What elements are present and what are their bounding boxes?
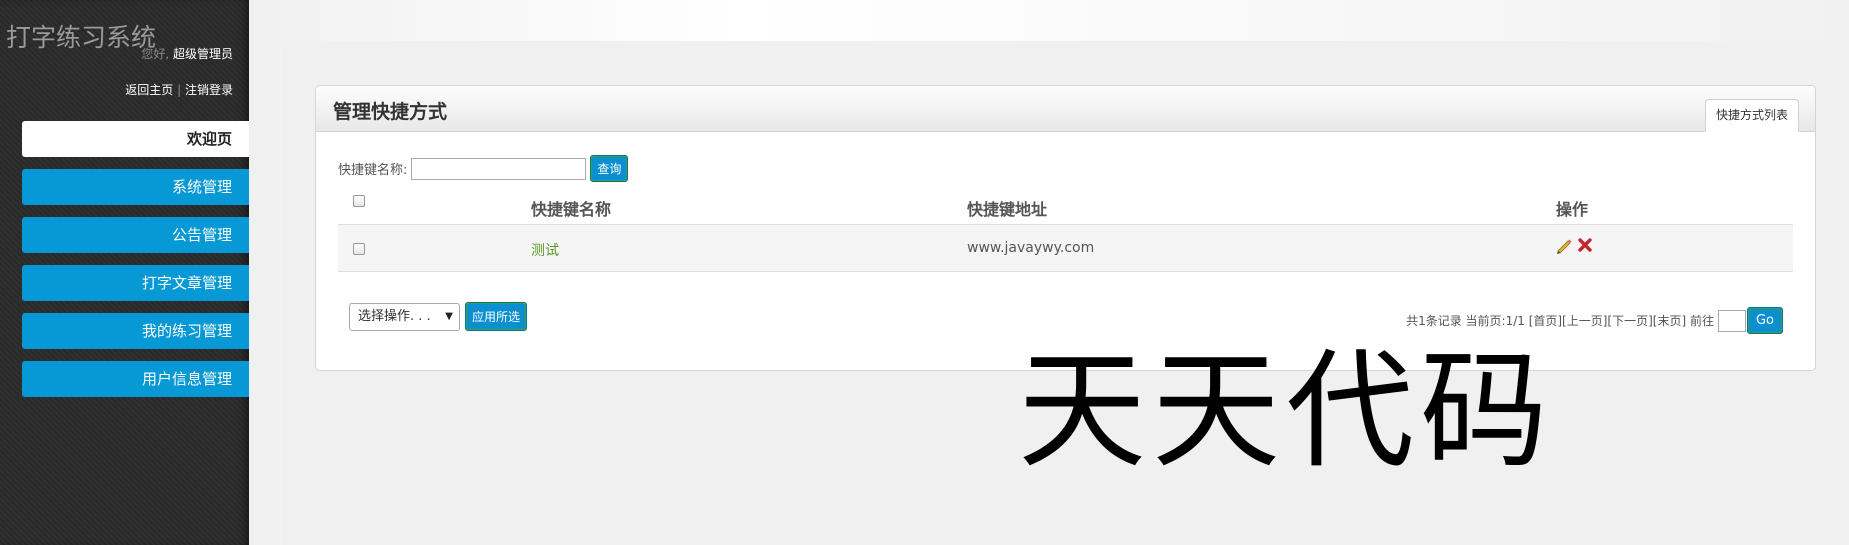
bulk-action-select[interactable]: 选择操作. . . ▼ bbox=[349, 302, 460, 331]
search-button[interactable]: 查询 bbox=[590, 155, 629, 182]
shortcut-address: www.javaywy.com bbox=[967, 240, 1095, 256]
tab-shortcut-list[interactable]: 快捷方式列表 bbox=[1704, 99, 1799, 132]
sidebar-item-announcement[interactable]: 公告管理 bbox=[22, 217, 249, 253]
table-header: 快捷键名称 快捷键地址 操作 bbox=[338, 185, 1793, 225]
pagination-info: 共1条记录 当前页:1/1 [首页][上一页][下一页][末页] 前往 bbox=[1406, 314, 1714, 328]
search-input[interactable] bbox=[411, 157, 587, 180]
sidebar-item-welcome[interactable]: 欢迎页 bbox=[22, 121, 249, 157]
home-link[interactable]: 返回主页 bbox=[125, 83, 173, 97]
select-all-checkbox[interactable] bbox=[353, 195, 365, 207]
column-header-name: 快捷键名称 bbox=[531, 200, 612, 219]
sidebar: 打字练习系统 您好, 超级管理员 返回主页 | 注销登录 欢迎页 系统管理 公告… bbox=[0, 0, 249, 545]
sidebar-item-system[interactable]: 系统管理 bbox=[22, 169, 249, 205]
apply-selected-button[interactable]: 应用所选 bbox=[465, 302, 528, 331]
panel-header: 管理快捷方式 快捷方式列表 bbox=[316, 86, 1815, 132]
profile-links: 返回主页 | 注销登录 bbox=[125, 81, 233, 98]
table-row: 测试 www.javaywy.com bbox=[338, 225, 1793, 272]
watermark-line1: 天天代码 bbox=[1018, 337, 1555, 486]
user-greeting: 您好, 超级管理员 bbox=[141, 45, 233, 62]
username: 超级管理员 bbox=[172, 47, 233, 61]
search-bar: 快捷键名称: 查询 bbox=[338, 155, 629, 182]
column-header-actions: 操作 bbox=[1556, 200, 1589, 219]
shortcut-table: 快捷键名称 快捷键地址 操作 测试 www.javaywy.com bbox=[338, 185, 1793, 272]
logout-link[interactable]: 注销登录 bbox=[185, 83, 233, 97]
search-label: 快捷键名称: bbox=[338, 163, 408, 178]
pagination: 共1条记录 当前页:1/1 [首页][上一页][下一页][末页] 前往 Go bbox=[1406, 307, 1783, 334]
panel-title: 管理快捷方式 bbox=[333, 101, 448, 123]
sidebar-item-users[interactable]: 用户信息管理 bbox=[22, 361, 249, 397]
cross-icon[interactable] bbox=[1577, 237, 1593, 253]
bulk-action-selected: 选择操作. . . bbox=[358, 308, 431, 324]
sidebar-item-articles[interactable]: 打字文章管理 bbox=[22, 265, 249, 301]
watermark: 天天代码 bbox=[1018, 338, 1554, 485]
app-logo-title: 打字练习系统 bbox=[6, 23, 157, 52]
row-checkbox[interactable] bbox=[353, 243, 365, 255]
shortcut-panel: 管理快捷方式 快捷方式列表 快捷键名称: 查询 快捷键名称 快捷键地址 操作 测… bbox=[315, 85, 1816, 371]
greeting-prefix: 您好, bbox=[141, 47, 170, 61]
column-header-address: 快捷键地址 bbox=[967, 200, 1048, 219]
pencil-icon[interactable] bbox=[1555, 237, 1573, 255]
shortcut-name-link[interactable]: 测试 bbox=[531, 240, 559, 260]
bulk-actions: 选择操作. . . ▼ 应用所选 bbox=[349, 302, 528, 331]
sidebar-item-practice[interactable]: 我的练习管理 bbox=[22, 313, 249, 349]
dropdown-arrow-icon: ▼ bbox=[445, 310, 453, 322]
sidebar-nav: 欢迎页 系统管理 公告管理 打字文章管理 我的练习管理 用户信息管理 bbox=[22, 121, 249, 409]
page-jump-input[interactable] bbox=[1717, 309, 1746, 332]
link-separator: | bbox=[177, 83, 182, 97]
go-button[interactable]: Go bbox=[1746, 307, 1783, 334]
